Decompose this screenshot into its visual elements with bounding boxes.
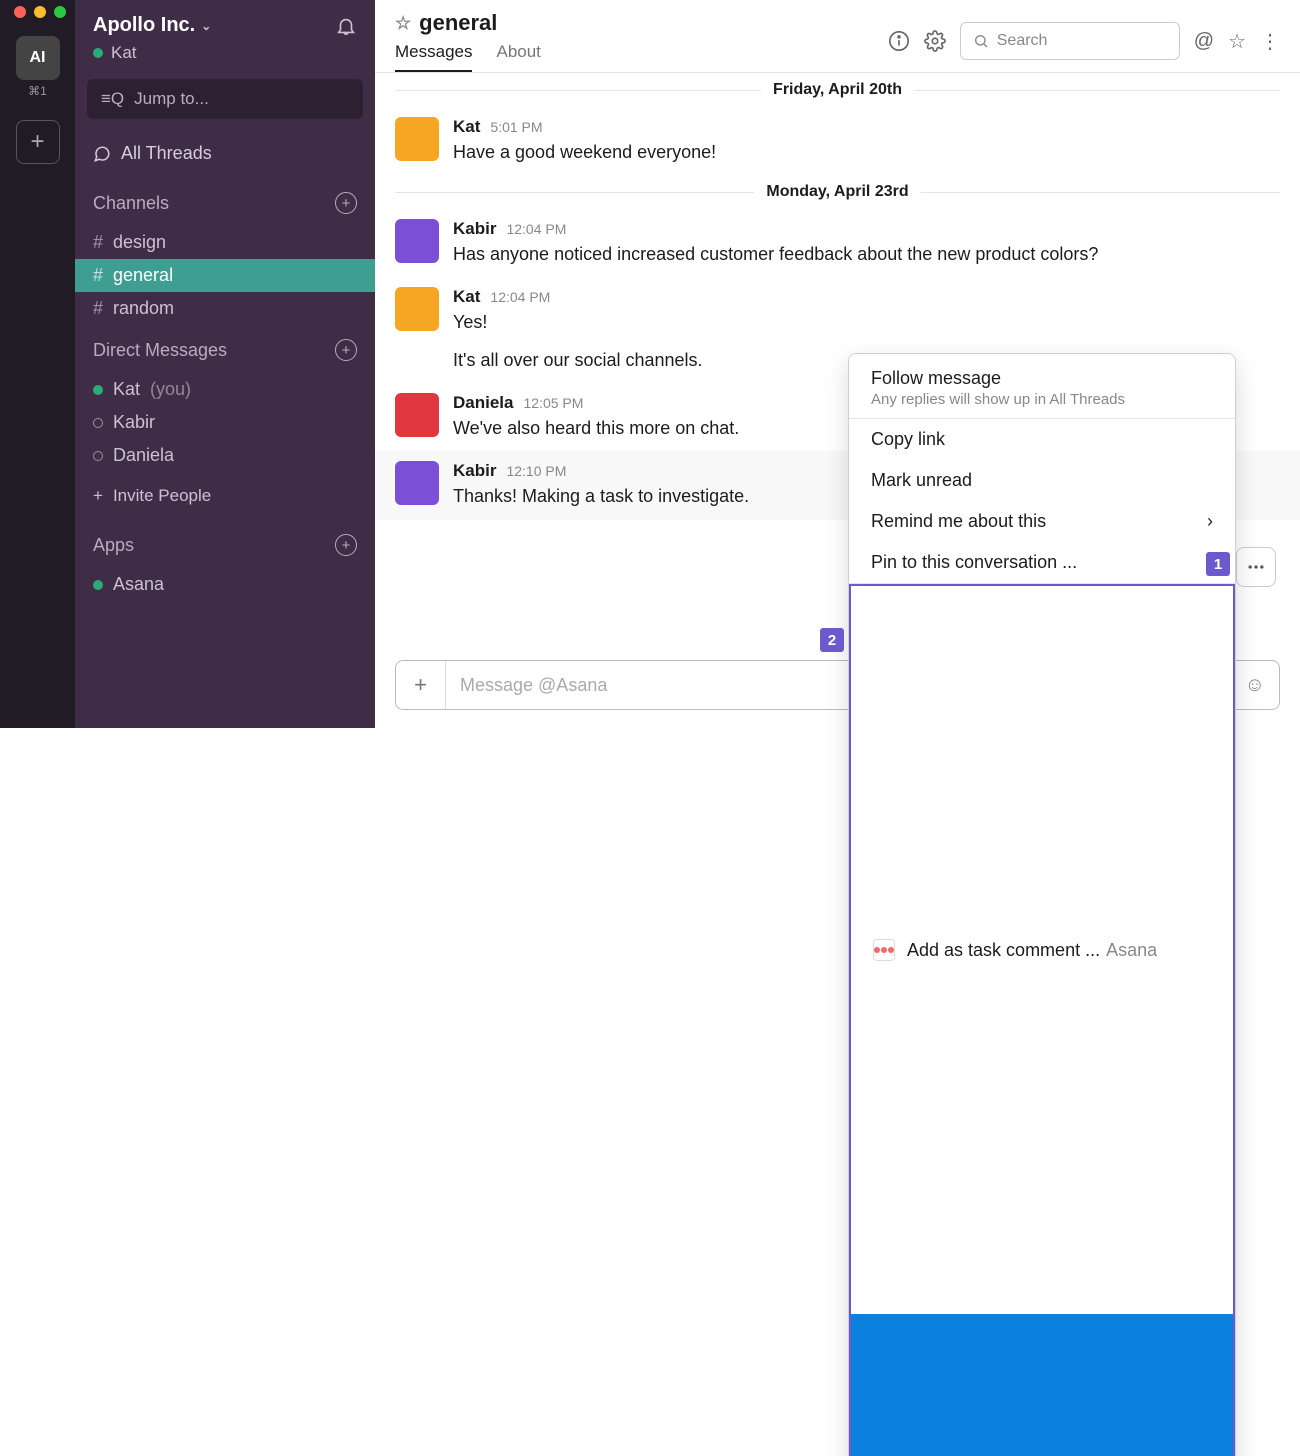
sidebar: Apollo Inc. ⌄ Kat ≡Q Jump to... All Thre…	[75, 0, 375, 728]
asana-icon	[873, 939, 895, 961]
current-user-presence[interactable]: Kat	[75, 41, 375, 75]
message[interactable]: Kat 5:01 PM Have a good weekend everyone!	[395, 107, 1280, 175]
annotation-badge-2: 2	[820, 628, 844, 652]
message[interactable]: Kabir 12:04 PM Has anyone noticed increas…	[395, 209, 1280, 277]
message-context-menu: Follow message Any replies will show up …	[848, 353, 1236, 1456]
apps-section-header[interactable]: Apps	[93, 535, 134, 556]
channel-name: general	[419, 10, 497, 36]
avatar[interactable]	[395, 461, 439, 505]
app-asana[interactable]: Asana	[75, 568, 375, 601]
invite-people-button[interactable]: +Invite People	[75, 472, 375, 520]
avatar[interactable]	[395, 287, 439, 331]
message-author[interactable]: Kabir	[453, 461, 496, 481]
avatar[interactable]	[395, 393, 439, 437]
chevron-right-icon: ›	[1207, 511, 1213, 532]
add-workspace-button[interactable]: +	[16, 120, 60, 164]
maximize-window-icon[interactable]	[54, 6, 66, 18]
add-app-button[interactable]: +	[335, 534, 357, 556]
star-channel-icon[interactable]: ☆	[395, 13, 411, 34]
channel-details-icon[interactable]	[888, 30, 910, 52]
notifications-icon[interactable]	[335, 15, 357, 37]
message-author[interactable]: Kat	[453, 287, 480, 307]
menu-add-task-comment[interactable]: Add as task comment ...Asana	[851, 586, 1233, 1314]
tab-about[interactable]: About	[496, 42, 540, 72]
message-time: 12:10 PM	[506, 463, 566, 479]
message-text: Yes!	[453, 309, 1280, 335]
dm-section-header[interactable]: Direct Messages	[93, 340, 227, 361]
presence-online-icon	[93, 580, 103, 590]
threads-icon	[93, 145, 111, 163]
menu-copy-link[interactable]: Copy link	[849, 419, 1235, 460]
jump-icon: ≡Q	[101, 89, 124, 109]
search-input[interactable]: Search	[960, 22, 1180, 60]
date-divider: Monday, April 23rd	[395, 175, 1280, 209]
dm-kat[interactable]: Kat (you)	[75, 373, 375, 406]
message-text: Have a good weekend everyone!	[453, 139, 1280, 165]
presence-offline-icon	[93, 418, 103, 428]
message-author[interactable]: Kabir	[453, 219, 496, 239]
search-icon	[973, 33, 989, 49]
workspace-name-button[interactable]: Apollo Inc. ⌄	[93, 14, 211, 37]
dm-daniela[interactable]: Daniela	[75, 439, 375, 472]
menu-mark-unread[interactable]: Mark unread	[849, 460, 1235, 501]
date-divider: Friday, April 20th	[395, 73, 1280, 107]
close-window-icon[interactable]	[14, 6, 26, 18]
message-time: 12:04 PM	[506, 221, 566, 237]
add-channel-button[interactable]: +	[335, 192, 357, 214]
channel-random[interactable]: #random	[75, 292, 375, 325]
channel-general[interactable]: #general	[75, 259, 375, 292]
channels-section-header[interactable]: Channels	[93, 193, 169, 214]
tab-messages[interactable]: Messages	[395, 42, 472, 72]
more-icon[interactable]: ⋮	[1260, 29, 1280, 54]
more-horizontal-icon	[1246, 557, 1266, 577]
menu-pin[interactable]: Pin to this conversation ...	[849, 542, 1235, 583]
menu-create-task[interactable]: Create a task ...Asana	[851, 1314, 1233, 1456]
channel-settings-icon[interactable]	[924, 30, 946, 52]
annotation-badge-1: 1	[1206, 552, 1230, 576]
message-time: 12:04 PM	[490, 289, 550, 305]
all-threads-link[interactable]: All Threads	[75, 133, 375, 178]
new-dm-button[interactable]: +	[335, 339, 357, 361]
message-time: 12:05 PM	[523, 395, 583, 411]
minimize-window-icon[interactable]	[34, 6, 46, 18]
workspace-rail: AI ⌘1 +	[0, 0, 75, 728]
dm-kabir[interactable]: Kabir	[75, 406, 375, 439]
presence-online-icon	[93, 48, 103, 58]
message-author[interactable]: Kat	[453, 117, 480, 137]
message-text: Has anyone noticed increased customer fe…	[453, 241, 1280, 267]
chevron-down-icon: ⌄	[201, 19, 211, 33]
starred-items-icon[interactable]: ☆	[1228, 29, 1246, 54]
presence-online-icon	[93, 385, 103, 395]
workspace-shortcut-label: ⌘1	[28, 84, 47, 98]
message-actions-button[interactable]	[1236, 547, 1276, 587]
attach-button[interactable]: +	[396, 661, 446, 709]
message-author[interactable]: Daniela	[453, 393, 513, 413]
channel-header: ☆ general Messages About Search	[375, 0, 1300, 72]
workspace-switcher[interactable]: AI	[16, 36, 60, 80]
jump-to-input[interactable]: ≡Q Jump to...	[87, 79, 363, 119]
emoji-button[interactable]: ☺	[1245, 674, 1265, 697]
avatar[interactable]	[395, 117, 439, 161]
mentions-icon[interactable]: @	[1194, 30, 1214, 53]
window-controls	[0, 6, 66, 18]
menu-remind-me[interactable]: Remind me about this›	[849, 501, 1235, 542]
presence-offline-icon	[93, 451, 103, 461]
channel-design[interactable]: #design	[75, 226, 375, 259]
main-content: ☆ general Messages About Search	[375, 0, 1300, 728]
menu-follow-message[interactable]: Follow message Any replies will show up …	[849, 354, 1235, 418]
avatar[interactable]	[395, 219, 439, 263]
message-time: 5:01 PM	[490, 119, 542, 135]
